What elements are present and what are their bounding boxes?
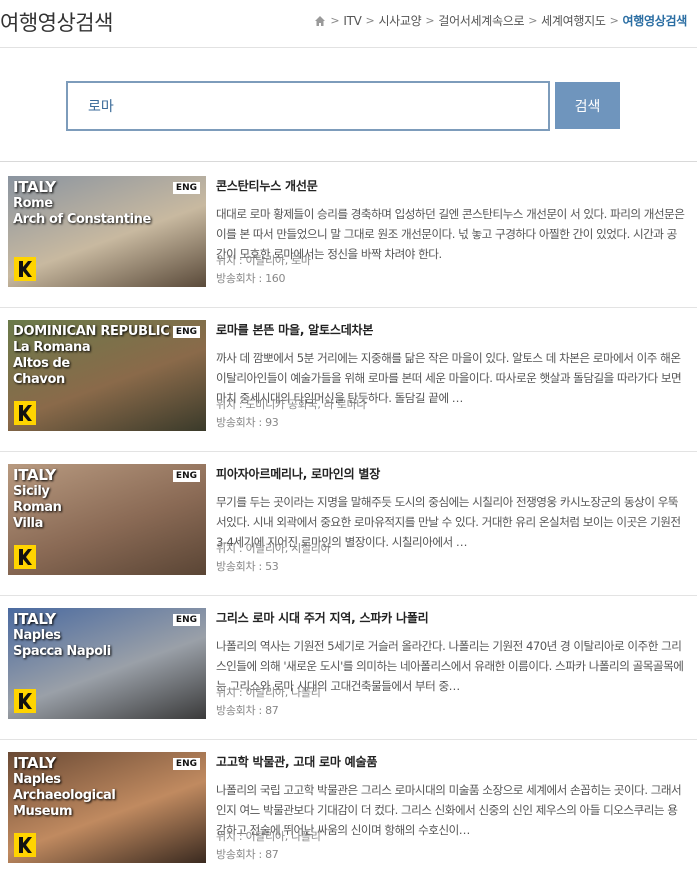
result-location: 위치 : 도미니카 공화국, 라 로마나: [216, 398, 367, 411]
thumbnail-country: ITALY: [13, 466, 56, 484]
thumbnail-place: Rome Arch of Constantine: [13, 196, 151, 227]
search-input[interactable]: [66, 81, 550, 131]
language-badge: ENG: [172, 470, 200, 482]
breadcrumb-item[interactable]: ITV: [343, 14, 361, 28]
result-item[interactable]: DOMINICAN REPUBLIC La Romana Altos de Ch…: [0, 307, 697, 452]
breadcrumb: > ITV > 시사교양 > 걸어서세계속으로 > 세계여행지도 > 여행영상검…: [314, 12, 687, 29]
result-thumbnail[interactable]: ITALY Naples Archaeological Museum ENG: [8, 752, 206, 863]
result-title[interactable]: 고고학 박물관, 고대 로마 예술품: [216, 753, 377, 770]
breadcrumb-separator: >: [365, 14, 375, 27]
result-item[interactable]: ITALY Sicily Roman Villa ENG 피아자아르메리나, 로…: [0, 451, 697, 596]
language-badge: ENG: [172, 182, 200, 194]
thumbnail-country: DOMINICAN REPUBLIC: [13, 324, 170, 339]
kbs-logo-icon: [14, 833, 36, 857]
thumbnail-place: Naples Spacca Napoli: [13, 628, 111, 659]
breadcrumb-item[interactable]: 시사교양: [378, 12, 421, 29]
language-badge: ENG: [172, 614, 200, 626]
thumbnail-place: Naples Archaeological Museum: [13, 772, 116, 819]
result-title[interactable]: 그리스 로마 시대 주거 지역, 스파카 나폴리: [216, 609, 429, 626]
header: 여행영상검색 > ITV > 시사교양 > 걸어서세계속으로 > 세계여행지도 …: [0, 0, 697, 48]
result-thumbnail[interactable]: ITALY Sicily Roman Villa ENG: [8, 464, 206, 575]
thumbnail-place: La Romana Altos de Chavon: [13, 340, 91, 387]
thumbnail-country: ITALY: [13, 178, 56, 196]
search-area: 검색: [0, 48, 697, 162]
result-episode: 방송회차 : 93: [216, 416, 279, 429]
result-location: 위치 : 이탈리아, 나폴리: [216, 830, 321, 843]
result-episode: 방송회차 : 87: [216, 848, 279, 861]
result-item[interactable]: ITALY Naples Archaeological Museum ENG 고…: [0, 739, 697, 871]
home-icon[interactable]: [314, 15, 326, 27]
language-badge: ENG: [172, 758, 200, 770]
result-episode: 방송회차 : 160: [216, 272, 286, 285]
result-title[interactable]: 피아자아르메리나, 로마인의 별장: [216, 465, 380, 482]
breadcrumb-item[interactable]: 걸어서세계속으로: [438, 12, 524, 29]
search-button[interactable]: 검색: [555, 82, 620, 129]
result-thumbnail[interactable]: ITALY Rome Arch of Constantine ENG: [8, 176, 206, 287]
breadcrumb-current: 여행영상검색: [622, 14, 688, 28]
kbs-logo-icon: [14, 257, 36, 281]
result-thumbnail[interactable]: DOMINICAN REPUBLIC La Romana Altos de Ch…: [8, 320, 206, 431]
page-title: 여행영상검색: [0, 11, 113, 35]
result-episode: 방송회차 : 87: [216, 704, 279, 717]
breadcrumb-separator: >: [330, 14, 340, 27]
result-episode: 방송회차 : 53: [216, 560, 279, 573]
breadcrumb-separator: >: [609, 14, 619, 27]
result-location: 위치 : 이탈리아, 로마: [216, 254, 311, 267]
language-badge: ENG: [172, 326, 200, 338]
result-location: 위치 : 이탈리아, 나폴리: [216, 686, 321, 699]
kbs-logo-icon: [14, 545, 36, 569]
result-item[interactable]: ITALY Rome Arch of Constantine ENG 콘스탄티누…: [0, 163, 697, 308]
result-item[interactable]: ITALY Naples Spacca Napoli ENG 그리스 로마 시대…: [0, 595, 697, 740]
thumbnail-country: ITALY: [13, 610, 56, 628]
result-title[interactable]: 콘스탄티누스 개선문: [216, 177, 318, 194]
kbs-logo-icon: [14, 689, 36, 713]
thumbnail-place: Sicily Roman Villa: [13, 484, 62, 531]
kbs-logo-icon: [14, 401, 36, 425]
result-title[interactable]: 로마를 본뜬 마을, 알토스데차본: [216, 321, 373, 338]
result-thumbnail[interactable]: ITALY Naples Spacca Napoli ENG: [8, 608, 206, 719]
breadcrumb-separator: >: [528, 14, 538, 27]
breadcrumb-separator: >: [425, 14, 435, 27]
result-location: 위치 : 이탈리아, 시칠리아: [216, 542, 331, 555]
thumbnail-country: ITALY: [13, 754, 56, 772]
breadcrumb-item[interactable]: 세계여행지도: [541, 12, 606, 29]
